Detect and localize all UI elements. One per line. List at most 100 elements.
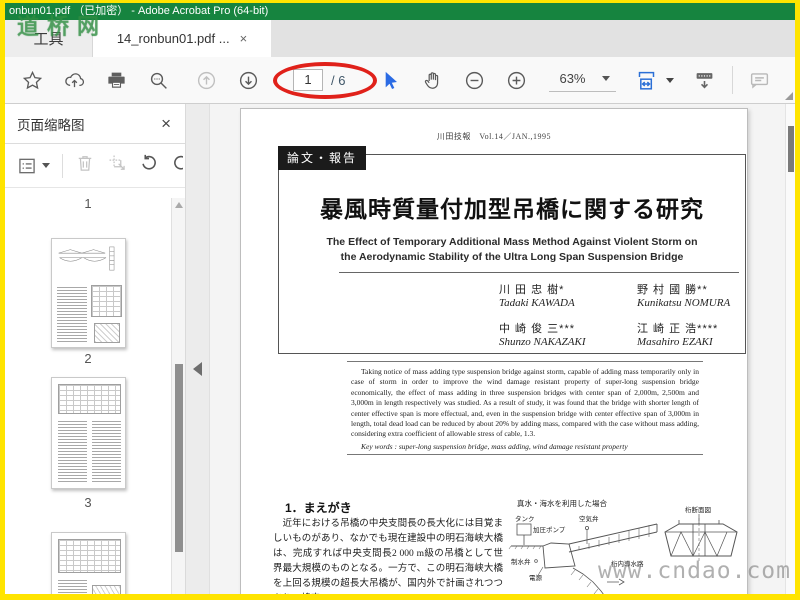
star-button[interactable]: [15, 63, 49, 97]
extract-page-icon: [109, 155, 125, 170]
print-button[interactable]: [99, 63, 133, 97]
thumbnail-3-text-left: [57, 421, 87, 483]
thumbnail-label-2: 2: [84, 351, 92, 366]
figure-label-power: 電源: [529, 573, 543, 582]
scroll-up-icon[interactable]: [175, 202, 183, 208]
author-1: 川 田 忠 樹* Tadaki KAWADA: [499, 284, 575, 309]
panel-toolbar-divider: [62, 153, 63, 178]
keywords-line: Key words : super-long suspension bridge…: [361, 441, 628, 451]
thumbnails-toolbar: [5, 144, 185, 188]
abstract-block: Taking notice of mass adding type suspen…: [347, 361, 703, 455]
thumbnail-page-3[interactable]: [50, 377, 126, 489]
share-button[interactable]: [57, 63, 91, 97]
trash-icon: [78, 156, 92, 171]
select-tool-button[interactable]: [373, 63, 407, 97]
category-label: 論文・報告: [278, 146, 367, 170]
thumbnail-2-table: [90, 285, 122, 317]
zoom-in-button[interactable]: [499, 63, 533, 97]
figure-label-tank: タンク: [515, 514, 535, 523]
page-count-label: / 6: [331, 72, 346, 88]
journal-header: 川田技報 Vol.14／JAN.,1995: [436, 132, 552, 141]
author-3: 中 崎 俊 三*** Shunzo NAKAZAKI: [499, 323, 586, 348]
sidebar-scrollbar[interactable]: [171, 198, 185, 594]
tab-bar: 工具 14_ronbun01.pdf ... ×: [5, 20, 795, 57]
sidebar-scrollbar-thumb[interactable]: [175, 364, 183, 552]
rotate-left-icon: [142, 154, 156, 170]
page-up-icon: [197, 71, 215, 89]
zoom-level-value: 63%: [559, 71, 586, 86]
pdf-page: 川田技報 Vol.14／JAN.,1995 論文・報告 暴風時質量付加型吊橋に関…: [240, 108, 748, 594]
delete-pages-button[interactable]: [75, 153, 95, 178]
abstract-text: Taking notice of mass adding type suspen…: [351, 367, 699, 439]
zoom-level-select[interactable]: 63%: [549, 68, 616, 92]
fit-width-button[interactable]: [630, 63, 664, 97]
thumbnails-panel: 页面缩略图 × 1 2 3: [5, 104, 186, 594]
paper-title-jp: 暴風時質量付加型吊橋に関する研究: [320, 196, 704, 222]
toolbar-divider: [731, 66, 733, 94]
star-icon: [22, 70, 42, 89]
fit-width-chevron-icon[interactable]: [665, 77, 674, 83]
page-down-icon: [239, 71, 257, 89]
panel-close-icon[interactable]: ×: [161, 114, 171, 134]
hide-toolbar-button[interactable]: [688, 63, 722, 97]
previous-page-button[interactable]: [189, 63, 223, 97]
thumbnail-2-text: [56, 287, 87, 342]
thumbnail-page-4[interactable]: [50, 532, 126, 594]
paper-title-en-line2: the Aerodynamic Stability of the Ultra L…: [340, 251, 684, 263]
zoom-out-button[interactable]: [457, 63, 491, 97]
options-chevron-icon: [42, 163, 50, 168]
figure-label-water-valve: 制水弁: [511, 557, 531, 566]
thumbnail-page-2[interactable]: [50, 238, 126, 348]
figure-label-pump: 加圧ポンプ: [533, 525, 566, 534]
hide-toolbar-icon: [696, 72, 713, 88]
paper-title-en-line1: The Effect of Temporary Additional Mass …: [326, 236, 698, 248]
next-page-button[interactable]: [231, 63, 265, 97]
fit-width-icon: [638, 71, 655, 90]
figure-top-label: 真水・海水を利用した場合: [517, 498, 607, 508]
figure-1: 真水・海水を利用した場合 タンク 加圧ポンプ 空気弁 制水弁 電源 桁内導水路 …: [508, 498, 738, 594]
author-4: 江 崎 正 浩**** Masahiro EZAKI: [637, 323, 719, 348]
tab-close-icon[interactable]: ×: [240, 32, 248, 45]
tab-tools-label: 工具: [33, 31, 64, 48]
pointer-icon: [385, 71, 397, 89]
cloud-upload-icon: [64, 72, 84, 87]
thumbnail-4-text: [57, 580, 87, 594]
tab-document-label: 14_ronbun01.pdf ...: [116, 31, 230, 46]
minus-circle-icon: [465, 71, 484, 89]
search-icon: [150, 72, 167, 89]
options-icon: [19, 158, 35, 173]
rotate-left-button[interactable]: [139, 153, 159, 178]
author-2: 野 村 國 勝** Kunikatsu NOMURA: [637, 284, 731, 309]
figure-label-conduit: 桁内導水路: [611, 559, 644, 568]
comment-button[interactable]: [743, 63, 777, 97]
figure-label-section: 桁断面図: [685, 505, 711, 514]
page-number-input[interactable]: 1: [293, 69, 323, 91]
search-button[interactable]: [141, 63, 175, 97]
thumbnails-panel-title: 页面缩略图: [17, 117, 85, 133]
thumbnail-list: 1 2 3: [5, 189, 171, 594]
figure-label-air-valve: 空気弁: [579, 514, 599, 523]
thumbnail-label-1: 1: [84, 196, 92, 211]
section-1-heading: 1．まえがき: [285, 501, 352, 515]
paper-title-en: The Effect of Temporary Additional Mass …: [279, 235, 745, 265]
document-scrollbar-thumb[interactable]: [788, 126, 794, 172]
tab-tools[interactable]: 工具: [5, 20, 93, 57]
content-area: 页面缩略图 × 1 2 3 川田技報 Vol.14／JAN.,1995 論文・報…: [5, 104, 795, 594]
rotate-right-button[interactable]: [171, 153, 183, 178]
collapse-panel-icon[interactable]: [193, 362, 202, 376]
main-toolbar: 1 / 6 63%: [5, 57, 795, 104]
rotate-right-icon: [174, 155, 183, 170]
thumbnail-4-chart: [91, 585, 121, 594]
thumbnail-options-button[interactable]: [17, 156, 50, 176]
extract-pages-button[interactable]: [107, 153, 127, 178]
document-scrollbar[interactable]: [785, 104, 795, 594]
hand-tool-button[interactable]: [415, 63, 449, 97]
red-ellipse-annotation: [273, 62, 377, 99]
tab-document[interactable]: 14_ronbun01.pdf ... ×: [93, 20, 271, 57]
comment-icon: [750, 72, 769, 89]
printer-icon: [107, 72, 125, 88]
thumbnails-panel-header: 页面缩略图 ×: [5, 104, 185, 144]
right-pane-handle[interactable]: [785, 92, 793, 100]
thumbnail-3-table: [57, 384, 121, 414]
thumbnail-3-text-right: [91, 421, 121, 483]
